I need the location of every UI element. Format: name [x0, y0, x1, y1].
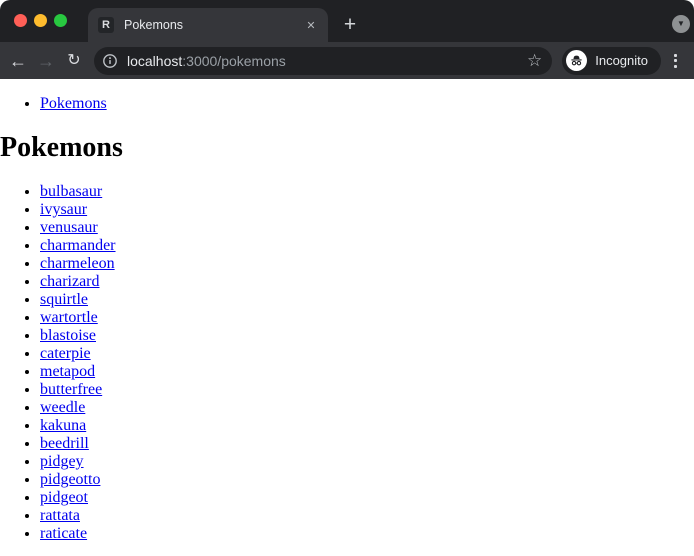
browser-window: R Pokemons ✕ + ▼ ← → ↻ localhost:3000/po… [0, 0, 694, 556]
pokemon-link[interactable]: blastoise [40, 327, 96, 344]
traffic-lights [14, 14, 67, 27]
pokemon-list-item: bulbasaur [40, 183, 694, 201]
pokemon-link[interactable]: kakuna [40, 417, 86, 434]
pokemon-link[interactable]: pidgeotto [40, 471, 100, 488]
pokemon-list-item: squirtle [40, 291, 694, 309]
pokemon-link[interactable]: charmander [40, 237, 116, 254]
pokemon-link[interactable]: pidgey [40, 453, 84, 470]
tab-title: Pokemons [124, 18, 184, 32]
pokemon-list-item: raticate [40, 525, 694, 543]
pokemon-list-item: charizard [40, 273, 694, 291]
pokemon-link[interactable]: rattata [40, 507, 80, 524]
menu-dot-icon [673, 64, 677, 68]
pokemon-link-list: bulbasaur ivysaur venusaur charmander ch… [0, 183, 694, 543]
pokemon-link[interactable]: metapod [40, 363, 95, 380]
pokemon-link[interactable]: raticate [40, 525, 87, 542]
nav-link-pokemons[interactable]: Pokemons [40, 95, 107, 112]
pokemon-list-item: charmeleon [40, 255, 694, 273]
zoom-window-button[interactable] [54, 14, 67, 27]
pokemon-link[interactable]: charmeleon [40, 255, 115, 272]
close-window-button[interactable] [14, 14, 27, 27]
new-tab-button[interactable]: + [337, 11, 363, 37]
pokemon-link[interactable]: ivysaur [40, 201, 87, 218]
pokemon-link[interactable]: charizard [40, 273, 100, 290]
pokemon-list-item: metapod [40, 363, 694, 381]
url-host: localhost [127, 52, 183, 69]
nav-link-list: Pokemons [0, 95, 694, 113]
pokemon-list-item: pidgey [40, 453, 694, 471]
pokemon-list-item: beedrill [40, 435, 694, 453]
incognito-label: Incognito [595, 53, 648, 68]
url-path: :3000/pokemons [182, 52, 286, 69]
pokemon-link[interactable]: pidgeot [40, 489, 88, 506]
address-bar[interactable]: localhost:3000/pokemons ☆ [94, 46, 553, 75]
pokemon-list-item: blastoise [40, 327, 694, 345]
pokemon-list-item: venusaur [40, 219, 694, 237]
pokemon-link[interactable]: weedle [40, 399, 85, 416]
url-text: localhost:3000/pokemons [127, 53, 286, 69]
close-tab-icon[interactable]: ✕ [302, 16, 320, 34]
pokemon-list-item: caterpie [40, 345, 694, 363]
pokemon-link[interactable]: bulbasaur [40, 183, 102, 200]
pokemon-list-item: pidgeotto [40, 471, 694, 489]
chevron-down-icon: ▼ [677, 19, 685, 28]
pokemon-list-item: kakuna [40, 417, 694, 435]
page-title: Pokemons [0, 132, 123, 163]
pokemon-list-item: wartortle [40, 309, 694, 327]
tab-overflow-button[interactable]: ▼ [672, 15, 690, 33]
refresh-button[interactable]: ↻ [60, 47, 88, 75]
pokemon-list-item: butterfree [40, 381, 694, 399]
back-button[interactable]: ← [4, 47, 32, 75]
pokemon-list-item: ivysaur [40, 201, 694, 219]
incognito-chip[interactable]: Incognito [562, 46, 661, 75]
pokemon-link[interactable]: beedrill [40, 435, 89, 452]
pokemon-list-item: weedle [40, 399, 694, 417]
site-favicon-icon: R [98, 17, 114, 33]
tab-strip: R Pokemons ✕ + ▼ [0, 0, 694, 42]
minimize-window-button[interactable] [34, 14, 47, 27]
nav-list-item: Pokemons [40, 95, 694, 113]
pokemon-list-item: charmander [40, 237, 694, 255]
pokemon-link[interactable]: squirtle [40, 291, 88, 308]
pokemon-link[interactable]: butterfree [40, 381, 102, 398]
menu-dot-icon [673, 59, 677, 62]
bookmark-star-icon[interactable]: ☆ [527, 52, 542, 69]
forward-button[interactable]: → [32, 47, 60, 75]
incognito-avatar [566, 50, 588, 71]
pokemon-link[interactable]: wartortle [40, 309, 98, 326]
page-content: Pokemons Pokemons bulbasaur ivysaur venu… [0, 79, 694, 556]
pokemon-link[interactable]: caterpie [40, 345, 91, 362]
browser-toolbar: ← → ↻ localhost:3000/pokemons ☆ Incognit… [0, 42, 694, 79]
pokemon-list-item: rattata [40, 507, 694, 525]
site-info-icon[interactable] [102, 53, 118, 69]
pokemon-link[interactable]: venusaur [40, 219, 98, 236]
tab-pokemons[interactable]: R Pokemons ✕ [88, 8, 328, 42]
browser-menu-button[interactable] [664, 47, 686, 75]
menu-dot-icon [673, 53, 677, 57]
pokemon-list-item: pidgeot [40, 489, 694, 507]
